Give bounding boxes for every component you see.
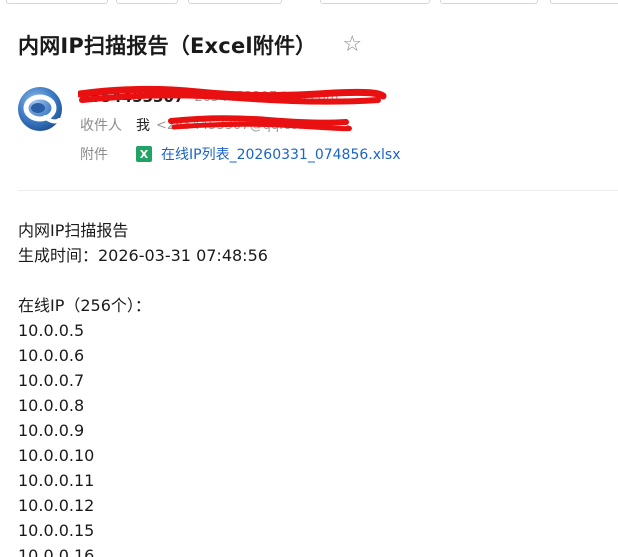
ip-list-item: 10.0.0.9 bbox=[18, 421, 85, 440]
ip-list-item: 10.0.0.15 bbox=[18, 521, 95, 540]
ip-list-item: 10.0.0.16 bbox=[18, 546, 95, 557]
email-subject: 内网IP扫描报告（Excel附件） bbox=[18, 34, 317, 58]
ip-list-item: 10.0.0.7 bbox=[18, 371, 85, 390]
email-body: 内网IP扫描报告 生成时间：2026-03-31 07:48:56 在线IP（2… bbox=[18, 218, 608, 557]
body-online-header: 在线IP（256个）： bbox=[18, 296, 151, 315]
toolbar-button[interactable] bbox=[188, 0, 282, 4]
body-blank-line bbox=[18, 268, 608, 293]
ip-list-item: 10.0.0.12 bbox=[18, 496, 95, 515]
avatar[interactable] bbox=[17, 86, 63, 132]
recipient-row: 收件人 我 <2654453307@qq.com> bbox=[80, 114, 322, 136]
toolbar-button[interactable] bbox=[116, 0, 178, 4]
body-title: 内网IP扫描报告 bbox=[18, 221, 129, 240]
toolbar-button[interactable] bbox=[320, 0, 430, 4]
recipient-label: 收件人 bbox=[80, 118, 122, 134]
attachment-link[interactable]: 在线IP列表_20260331_074856.xlsx bbox=[161, 144, 400, 164]
ip-list-item: 10.0.0.5 bbox=[18, 321, 85, 340]
subject-row: 内网IP扫描报告（Excel附件） ☆ bbox=[18, 28, 608, 62]
header-divider bbox=[18, 190, 618, 191]
attachment-row: 附件 X 在线IP列表_20260331_074856.xlsx bbox=[80, 143, 400, 165]
excel-file-icon[interactable]: X bbox=[136, 146, 152, 162]
toolbar-button[interactable] bbox=[6, 0, 108, 4]
body-generated-time: 生成时间：2026-03-31 07:48:56 bbox=[18, 246, 268, 265]
sender-name[interactable]: 2654453307 bbox=[80, 88, 184, 106]
ip-list-item: 10.0.0.6 bbox=[18, 346, 85, 365]
toolbar-button[interactable] bbox=[440, 0, 538, 4]
ip-list-item: 10.0.0.8 bbox=[18, 396, 85, 415]
sender-row: 2654453307 2654453307@qq.com bbox=[80, 86, 339, 108]
ip-list-item: 10.0.0.11 bbox=[18, 471, 95, 490]
ip-list-item: 10.0.0.10 bbox=[18, 446, 95, 465]
email-view: 内网IP扫描报告（Excel附件） ☆ 2654453307 265445330… bbox=[0, 0, 618, 557]
recipient-email[interactable]: <2654453307@qq.com> bbox=[156, 118, 322, 133]
toolbar bbox=[0, 0, 618, 4]
sender-email[interactable]: 2654453307@qq.com bbox=[194, 90, 338, 105]
ip-list: 10.0.0.5 10.0.0.6 10.0.0.7 10.0.0.8 10.0… bbox=[18, 318, 608, 557]
toolbar-button[interactable] bbox=[550, 0, 618, 4]
star-icon[interactable]: ☆ bbox=[342, 34, 362, 56]
attachment-label: 附件 bbox=[80, 147, 108, 163]
recipient-name[interactable]: 我 bbox=[136, 115, 150, 135]
